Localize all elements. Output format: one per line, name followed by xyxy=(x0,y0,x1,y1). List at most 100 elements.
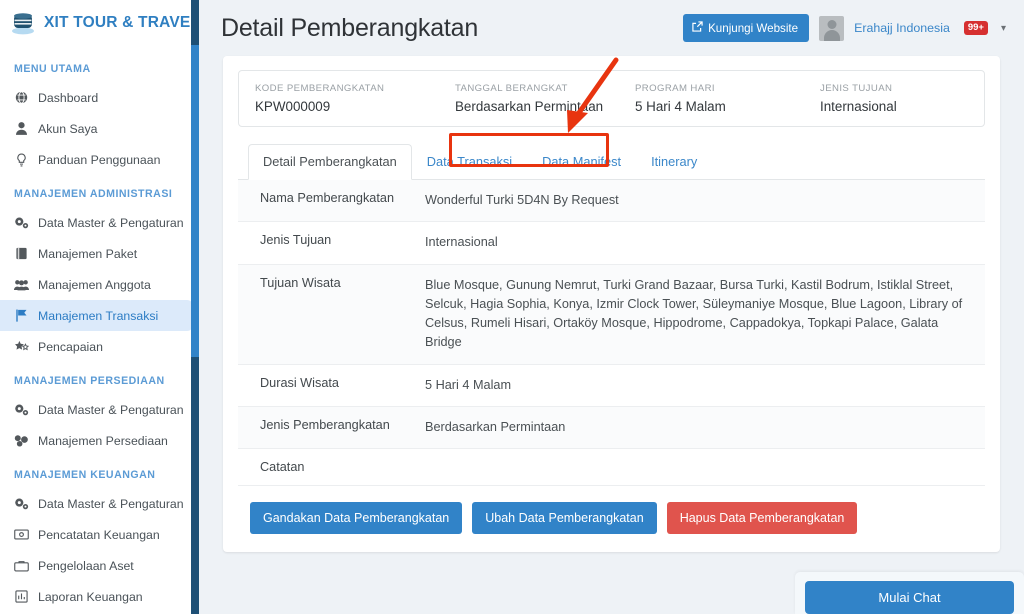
star-badge-icon xyxy=(14,339,29,354)
sidebar-item-label: Manajemen Anggota xyxy=(38,277,151,292)
topbar: Detail Pemberangkatan Kunjungi Website E… xyxy=(199,0,1024,56)
row-value: Blue Mosque, Gunung Nemrut, Turki Grand … xyxy=(425,277,963,350)
sidebar-item-label: Laporan Keuangan xyxy=(38,589,143,604)
gears-icon xyxy=(14,402,29,417)
summary-panel: KODE PEMBERANGKATAN KPW000009 TANGGAL BE… xyxy=(238,70,985,127)
tab-data-manifest[interactable]: Data Manifest xyxy=(527,144,636,180)
money-bill-icon xyxy=(14,527,29,542)
sidebar-scrollbar-thumb[interactable] xyxy=(191,45,199,357)
sidebar-item-akun-saya[interactable]: Akun Saya xyxy=(0,113,193,144)
tab-bar: Detail Pemberangkatan Data Transaksi Dat… xyxy=(238,143,985,180)
summary-label: KODE PEMBERANGKATAN xyxy=(255,83,385,94)
summary-value: Berdasarkan Permintaan xyxy=(455,99,604,114)
summary-label: PROGRAM HARI xyxy=(635,83,715,94)
topbar-right: Kunjungi Website Erahajj Indonesia 99+ ▾ xyxy=(683,14,1006,42)
user-name[interactable]: Erahajj Indonesia xyxy=(854,21,950,35)
action-buttons: Gandakan Data Pemberangkatan Ubah Data P… xyxy=(238,502,985,535)
summary-value: Internasional xyxy=(820,99,897,114)
row-value: Wonderful Turki 5D4N By Request xyxy=(425,193,619,207)
external-link-icon xyxy=(692,21,703,35)
nav-group-heading-menu-utama: MENU UTAMA xyxy=(14,63,91,75)
sidebar-item-laporan-keuangan[interactable]: Laporan Keuangan xyxy=(0,581,193,612)
summary-value: KPW000009 xyxy=(255,99,331,114)
brand-name: XIT TOUR & TRAVEL xyxy=(44,14,199,31)
sidebar-item-pencatatan-keuangan[interactable]: Pencatatan Keuangan xyxy=(0,519,193,550)
tab-detail-pemberangkatan[interactable]: Detail Pemberangkatan xyxy=(248,144,412,180)
sidebar-item-manajemen-transaksi[interactable]: Manajemen Transaksi xyxy=(0,300,193,331)
tab-itinerary[interactable]: Itinerary xyxy=(636,144,712,180)
chat-widget: Mulai Chat xyxy=(795,572,1024,614)
sidebar-item-manajemen-anggota[interactable]: Manajemen Anggota xyxy=(0,269,193,300)
users-icon xyxy=(14,277,29,292)
sidebar-item-label: Pencatatan Keuangan xyxy=(38,527,160,542)
row-key: Durasi Wisata xyxy=(260,375,339,390)
row-key: Jenis Tujuan xyxy=(260,233,332,248)
sidebar-item-data-master-persediaan[interactable]: Data Master & Pengaturan xyxy=(0,394,193,425)
app-root: XIT TOUR & TRAVEL MENU UTAMA Dashboard A… xyxy=(0,0,1024,614)
summary-field-tanggal-berangkat: TANGGAL BERANGKAT Berdasarkan Permintaan xyxy=(455,83,635,114)
start-chat-button[interactable]: Mulai Chat xyxy=(805,581,1014,614)
book-icon xyxy=(14,246,29,261)
nav-group-heading-manajemen-persediaan: MANAJEMEN PERSEDIAAN xyxy=(14,375,165,387)
duplicate-departure-button[interactable]: Gandakan Data Pemberangkatan xyxy=(250,502,463,535)
detail-card: KODE PEMBERANGKATAN KPW000009 TANGGAL BE… xyxy=(223,56,1000,553)
briefcase-icon xyxy=(14,558,29,573)
row-key: Nama Pemberangkatan xyxy=(260,191,394,205)
chevron-down-icon[interactable]: ▾ xyxy=(1001,23,1006,34)
visit-website-label: Kunjungi Website xyxy=(708,21,799,35)
avatar[interactable] xyxy=(819,15,845,41)
summary-label: TANGGAL BERANGKAT xyxy=(455,83,568,94)
table-row: Catatan xyxy=(238,449,985,486)
sidebar-item-manajemen-persediaan[interactable]: Manajemen Persediaan xyxy=(0,425,193,456)
summary-field-kode-pemberangkatan: KODE PEMBERANGKATAN KPW000009 xyxy=(255,83,455,114)
summary-field-program-hari: PROGRAM HARI 5 Hari 4 Malam xyxy=(635,83,820,114)
row-key: Tujuan Wisata xyxy=(260,275,341,290)
row-value: Internasional xyxy=(425,235,498,250)
summary-value: 5 Hari 4 Malam xyxy=(635,99,726,114)
sidebar-item-manajemen-paket[interactable]: Manajemen Paket xyxy=(0,238,193,269)
sidebar-item-label: Manajemen Transaksi xyxy=(38,308,159,323)
table-row: Durasi Wisata 5 Hari 4 Malam xyxy=(238,364,985,407)
sidebar-item-pencapaian[interactable]: Pencapaian xyxy=(0,331,193,362)
main-content: Detail Pemberangkatan Kunjungi Website E… xyxy=(199,0,1024,614)
row-key: Jenis Pemberangkatan xyxy=(260,418,390,433)
table-row: Nama Pemberangkatan Wonderful Turki 5D4N… xyxy=(238,180,985,222)
tab-data-transaksi[interactable]: Data Transaksi xyxy=(412,144,527,180)
sidebar: XIT TOUR & TRAVEL MENU UTAMA Dashboard A… xyxy=(0,0,199,614)
boxes-icon xyxy=(14,433,29,448)
sidebar-item-data-master-administrasi[interactable]: Data Master & Pengaturan xyxy=(0,207,193,238)
database-stack-icon xyxy=(10,10,36,36)
sidebar-item-label: Data Master & Pengaturan xyxy=(38,402,184,417)
brand-logo-link[interactable]: XIT TOUR & TRAVEL xyxy=(0,0,199,46)
sidebar-nav: MENU UTAMA Dashboard Akun Saya Panduan P… xyxy=(0,46,199,612)
sidebar-item-label: Pencapaian xyxy=(38,339,103,354)
table-row: Jenis Tujuan Internasional xyxy=(238,222,985,265)
summary-label: JENIS TUJUAN xyxy=(820,83,893,94)
flag-icon xyxy=(14,308,29,323)
sidebar-item-pengelolaan-aset[interactable]: Pengelolaan Aset xyxy=(0,550,193,581)
page-title: Detail Pemberangkatan xyxy=(221,13,479,42)
user-icon xyxy=(14,121,29,136)
row-value xyxy=(413,449,985,486)
row-value: Berdasarkan Permintaan xyxy=(425,420,566,435)
nav-group-heading-manajemen-keuangan: MANAJEMEN KEUANGAN xyxy=(14,469,156,481)
gears-icon xyxy=(14,496,29,511)
row-key: Catatan xyxy=(260,460,305,475)
report-icon xyxy=(14,589,29,604)
gears-icon xyxy=(14,215,29,230)
sidebar-item-data-master-keuangan[interactable]: Data Master & Pengaturan xyxy=(0,488,193,519)
sidebar-item-dashboard[interactable]: Dashboard xyxy=(0,82,193,113)
table-row: Tujuan Wisata Blue Mosque, Gunung Nemrut… xyxy=(238,264,985,365)
visit-website-button[interactable]: Kunjungi Website xyxy=(683,14,810,42)
lightbulb-icon xyxy=(14,152,29,167)
sidebar-item-label: Pengelolaan Aset xyxy=(38,558,134,573)
edit-departure-button[interactable]: Ubah Data Pemberangkatan xyxy=(472,502,657,535)
sidebar-item-panduan-penggunaan[interactable]: Panduan Penggunaan xyxy=(0,144,193,175)
notification-badge[interactable]: 99+ xyxy=(963,21,988,35)
sidebar-item-label: Data Master & Pengaturan xyxy=(38,215,184,230)
sidebar-scrollbar-track[interactable] xyxy=(191,0,199,614)
sidebar-item-label: Manajemen Paket xyxy=(38,246,138,261)
globe-icon xyxy=(14,90,29,105)
delete-departure-button[interactable]: Hapus Data Pemberangkatan xyxy=(666,502,858,535)
table-row: Jenis Pemberangkatan Berdasarkan Permint… xyxy=(238,406,985,449)
